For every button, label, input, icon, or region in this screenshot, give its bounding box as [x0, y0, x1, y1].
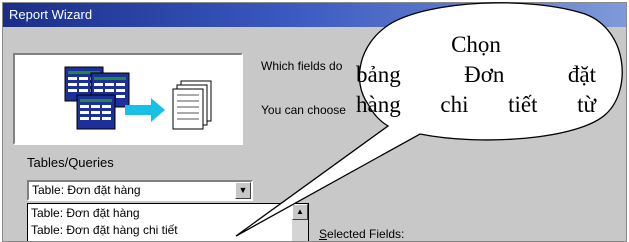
title-bar[interactable]: Report Wizard — [3, 3, 626, 27]
callout-line-2: bảng Đơn đặt — [356, 62, 596, 87]
arrow-up-icon: ▲ — [296, 207, 304, 216]
prompt-you-can-choose: You can choose — [261, 103, 346, 117]
scroll-up-button[interactable]: ▲ — [292, 204, 308, 220]
dropdown-option[interactable]: Table: Đơn đặt hàng — [31, 206, 140, 220]
callout-line-3: hàng chi tiết từ — [356, 92, 596, 117]
prompt-which-fields: Which fields do — [261, 59, 343, 73]
report-pages-icon — [172, 80, 212, 130]
chevron-down-icon: ▼ — [238, 185, 248, 195]
tables-queries-dropdown-list[interactable]: Table: Đơn đặt hàng Table: Đơn đặt hàng … — [27, 203, 309, 241]
table-icon-front — [76, 94, 116, 130]
selected-fields-mnemonic: S — [319, 227, 328, 241]
tables-queries-label: Tables/Queries — [27, 155, 114, 170]
wizard-illustration — [13, 53, 243, 145]
callout-text: Chọn bảng Đơn đặt hàng chi tiết từ — [356, 30, 596, 120]
dropdown-button[interactable]: ▼ — [235, 182, 251, 199]
selected-fields-label: Selected Fields: — [319, 227, 404, 241]
selected-fields-label-text: elected Fields: — [327, 227, 405, 241]
tables-queries-combobox[interactable]: Table: Đơn đặt hàng ▼ — [27, 180, 253, 201]
tables-queries-value: Table: Đơn đặt hàng — [32, 183, 141, 197]
arrow-right-icon — [125, 98, 165, 122]
callout-line-1: Chọn — [451, 32, 501, 57]
tables-to-report-icon — [64, 66, 212, 130]
window-title: Report Wizard — [9, 7, 93, 22]
dropdown-option[interactable]: Table: Đơn đặt hàng chi tiết — [31, 223, 178, 237]
dropdown-scrollbar[interactable]: ▲ — [292, 204, 308, 241]
